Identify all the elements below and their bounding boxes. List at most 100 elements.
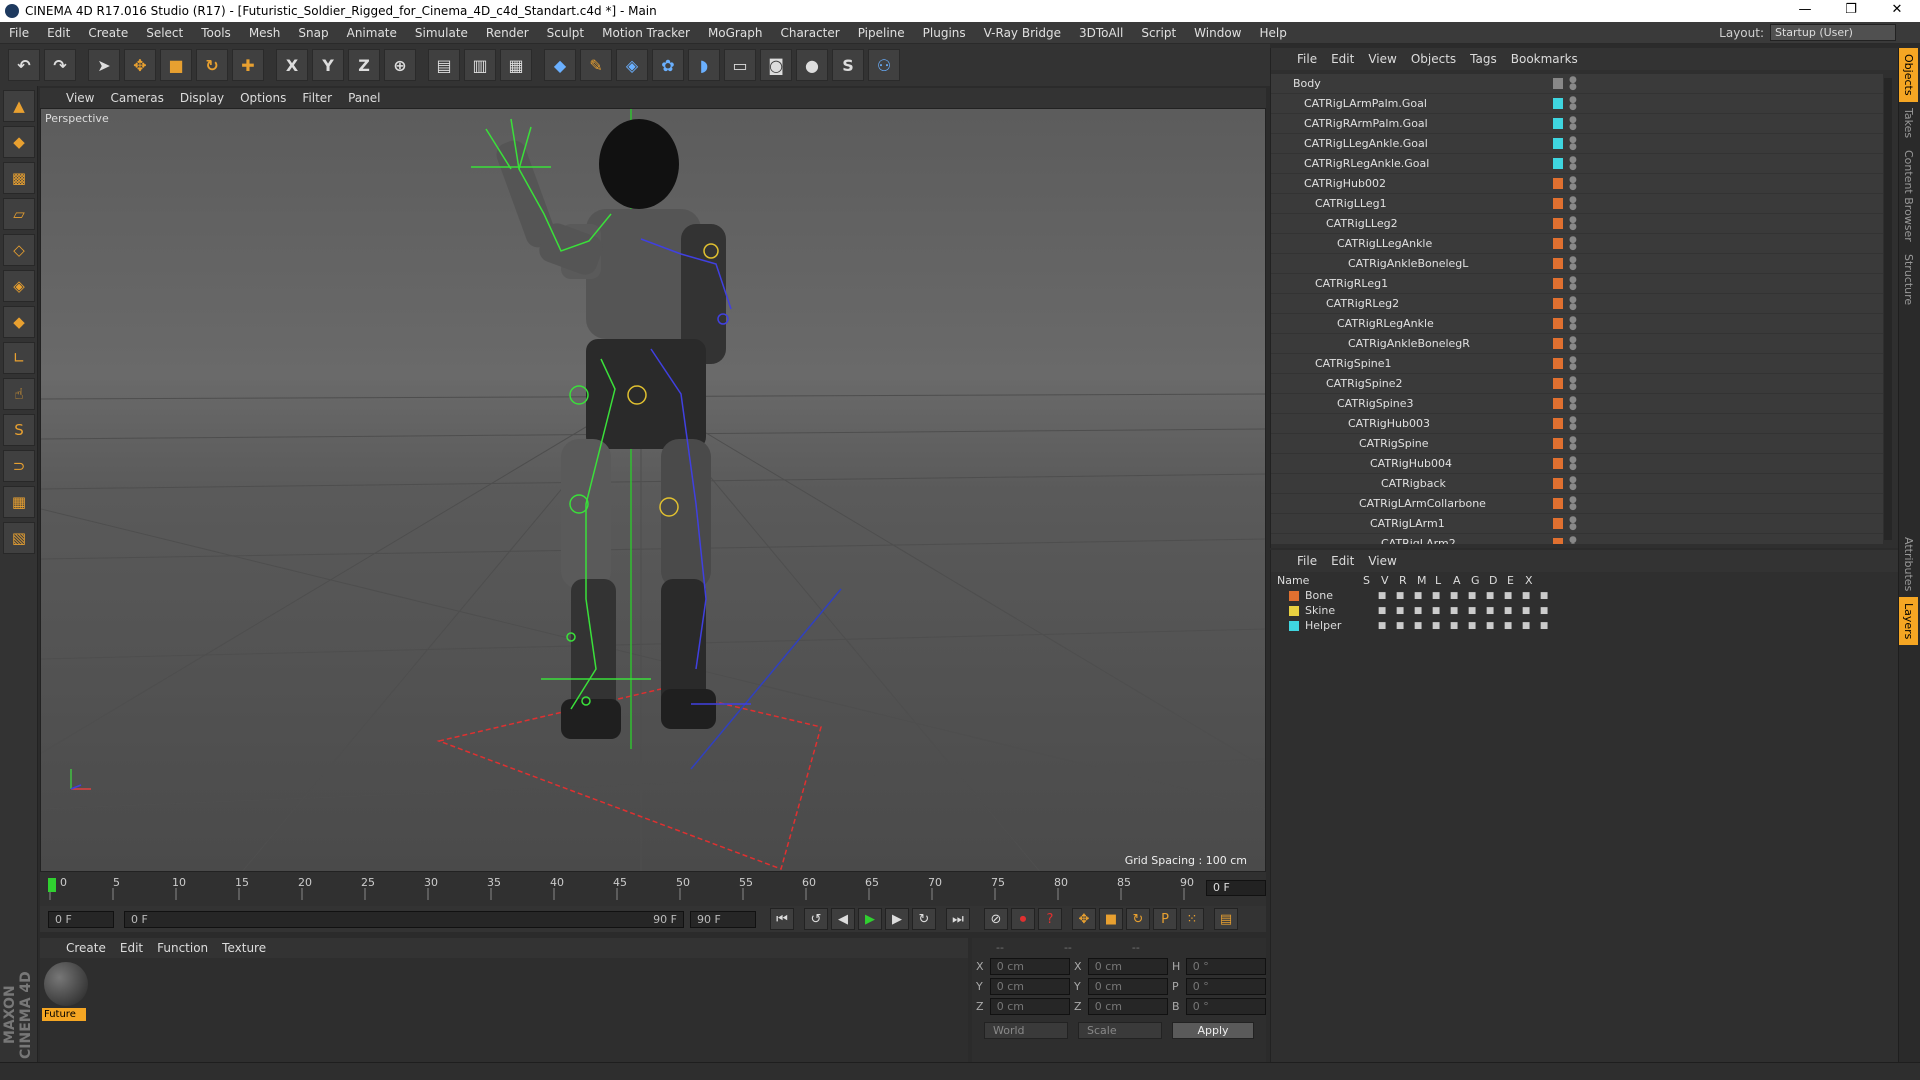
plugin-s-icon[interactable]: S — [832, 49, 864, 81]
visibility-dots-icon[interactable]: ●● — [1569, 356, 1577, 372]
z-axis-icon[interactable]: Z — [348, 49, 380, 81]
visibility-dots-icon[interactable]: ●● — [1569, 456, 1577, 472]
cloner-icon[interactable]: ✿ — [652, 49, 684, 81]
object-row[interactable]: CATRigRArmPalm.Goal ● ● — [1271, 114, 1883, 134]
menu-script[interactable]: Script — [1132, 26, 1185, 40]
rotation-p-field[interactable]: 0 ° — [1185, 977, 1266, 995]
layout-select[interactable]: Startup (User) — [1770, 24, 1896, 41]
x-axis-icon[interactable]: X — [276, 49, 308, 81]
position-y-field[interactable]: 0 cm — [989, 977, 1070, 995]
position-x-field[interactable]: 0 cm — [989, 957, 1070, 975]
layer-locked-toggle-icon[interactable]: ■ — [1445, 606, 1463, 616]
polygons-mode-icon[interactable]: ◆ — [3, 306, 35, 338]
object-row[interactable]: CATRigLLeg1 ● ● — [1271, 194, 1883, 214]
visibility-dots-icon[interactable]: ●● — [1569, 96, 1577, 112]
menu-sculpt[interactable]: Sculpt — [538, 26, 593, 40]
rotation-b-field[interactable]: 0 ° — [1185, 997, 1266, 1015]
visibility-dots-icon[interactable]: ●● — [1569, 516, 1577, 532]
layer-animation-toggle-icon[interactable]: ■ — [1463, 591, 1481, 601]
object-row[interactable]: CATRigLLeg2 ● ● — [1271, 214, 1883, 234]
visibility-dots-icon[interactable]: ●● — [1569, 476, 1577, 492]
layer-color-swatch[interactable] — [1553, 158, 1563, 169]
objmgr-menu-file[interactable]: File — [1297, 52, 1317, 66]
frame-range-slider[interactable]: 0 F 90 F — [124, 910, 684, 928]
menu-character[interactable]: Character — [771, 26, 848, 40]
object-row[interactable]: CATRigLArmPalm.Goal ● ● — [1271, 94, 1883, 114]
material-menu-edit[interactable]: Edit — [120, 941, 143, 955]
viewport-menu-cameras[interactable]: Cameras — [110, 91, 163, 105]
layermgr-menu-edit[interactable]: Edit — [1331, 554, 1354, 568]
objmgr-menu-edit[interactable]: Edit — [1331, 52, 1354, 66]
menu-motion-tracker[interactable]: Motion Tracker — [593, 26, 699, 40]
layer-locked-toggle-icon[interactable]: ■ — [1445, 621, 1463, 631]
menu-edit[interactable]: Edit — [38, 26, 79, 40]
menu-plugins[interactable]: Plugins — [914, 26, 975, 40]
menu-window[interactable]: Window — [1185, 26, 1250, 40]
layer-render-toggle-icon[interactable]: ■ — [1409, 591, 1427, 601]
close-button[interactable]: ✕ — [1874, 0, 1920, 22]
y-axis-icon[interactable]: Y — [312, 49, 344, 81]
playhead[interactable] — [48, 878, 56, 892]
layer-color-swatch[interactable] — [1553, 438, 1563, 449]
edges-mode-icon[interactable]: ◈ — [3, 270, 35, 302]
layermgr-menu-view[interactable]: View — [1368, 554, 1396, 568]
layermgr-menu-file[interactable]: File — [1297, 554, 1317, 568]
size-z-field[interactable]: 0 cm — [1087, 997, 1168, 1015]
visibility-dots-icon[interactable]: ●● — [1569, 416, 1577, 432]
keyframe-selection-icon[interactable]: ? — [1038, 908, 1062, 930]
visibility-dots-icon[interactable]: ●● — [1569, 316, 1577, 332]
layer-color-swatch[interactable] — [1553, 138, 1563, 149]
object-row[interactable]: CATRigRLegAnkle ● ● — [1271, 314, 1883, 334]
lock-workplane-icon[interactable]: ▦ — [3, 486, 35, 518]
layer-color-swatch[interactable] — [1553, 218, 1563, 229]
objmgr-menu-tags[interactable]: Tags — [1470, 52, 1497, 66]
play-icon[interactable]: ▶ — [858, 908, 882, 930]
previous-key-icon[interactable]: ↺ — [804, 908, 828, 930]
object-row[interactable]: CATRigAnkleBonelegL ● ● — [1271, 254, 1883, 274]
object-list[interactable]: Body ● ● CATRigLArmPalm.Goal ● ● CATRigRArmPal… — [1271, 74, 1883, 544]
visibility-dots-icon[interactable]: ●● — [1569, 156, 1577, 172]
layer-xref-toggle-icon[interactable]: ■ — [1535, 621, 1553, 631]
object-row[interactable]: CATRigLLegAnkle ● ● — [1271, 234, 1883, 254]
visibility-dots-icon[interactable]: ●● — [1569, 176, 1577, 192]
menu-mograph[interactable]: MoGraph — [699, 26, 772, 40]
autokeying-icon[interactable]: ⏺ — [1011, 908, 1035, 930]
texture-mode-icon[interactable]: ▩ — [3, 162, 35, 194]
objmgr-menu-objects[interactable]: Objects — [1411, 52, 1456, 66]
position-z-field[interactable]: 0 cm — [989, 997, 1070, 1015]
scale-icon[interactable]: ■ — [160, 49, 192, 81]
visibility-dots-icon[interactable]: ●● — [1569, 256, 1577, 272]
tab-structure[interactable]: Structure — [1899, 248, 1918, 311]
object-row[interactable]: CATRigHub003 ● ● — [1271, 414, 1883, 434]
axis-mode-icon[interactable]: ∟ — [3, 342, 35, 374]
scale-mode-dropdown[interactable]: Scale — [1078, 1022, 1162, 1039]
object-row[interactable]: Body ● ● — [1271, 74, 1883, 94]
rotate-icon[interactable]: ↻ — [196, 49, 228, 81]
camera-icon[interactable]: ◙ — [760, 49, 792, 81]
layer-deformers-toggle-icon[interactable]: ■ — [1499, 591, 1517, 601]
object-row[interactable]: CATRigRLeg1 ● ● — [1271, 274, 1883, 294]
object-row[interactable]: CATRigLLegAnkle.Goal ● ● — [1271, 134, 1883, 154]
timeline-window-icon[interactable]: ▤ — [1214, 908, 1238, 930]
model-mode-icon[interactable]: ◆ — [3, 126, 35, 158]
subdivision-icon[interactable]: ◈ — [616, 49, 648, 81]
material-menu-create[interactable]: Create — [66, 941, 106, 955]
layer-color-swatch[interactable] — [1553, 278, 1563, 289]
menu-tools[interactable]: Tools — [192, 26, 240, 40]
layer-deformers-toggle-icon[interactable]: ■ — [1499, 606, 1517, 616]
workplane-icon[interactable]: ▱ — [3, 198, 35, 230]
visibility-dots-icon[interactable]: ●● — [1569, 236, 1577, 252]
key-rotation-icon[interactable]: ↻ — [1126, 908, 1150, 930]
next-key-icon[interactable]: ↻ — [912, 908, 936, 930]
object-row[interactable]: CATRigLArmCollarbone ● ● — [1271, 494, 1883, 514]
layer-color-swatch[interactable] — [1289, 620, 1299, 631]
layer-view-toggle-icon[interactable]: ■ — [1391, 606, 1409, 616]
layer-solo-toggle-icon[interactable]: ■ — [1373, 621, 1391, 631]
object-row[interactable]: CATRigSpine3 ● ● — [1271, 394, 1883, 414]
visibility-dots-icon[interactable]: ●● — [1569, 216, 1577, 232]
visibility-dots-icon[interactable]: ●● — [1569, 376, 1577, 392]
tab-objects[interactable]: Objects — [1899, 48, 1918, 102]
move-icon[interactable]: ✥ — [124, 49, 156, 81]
object-row[interactable]: CATRigAnkleBonelegR ● ● — [1271, 334, 1883, 354]
apply-button[interactable]: Apply — [1172, 1022, 1254, 1039]
